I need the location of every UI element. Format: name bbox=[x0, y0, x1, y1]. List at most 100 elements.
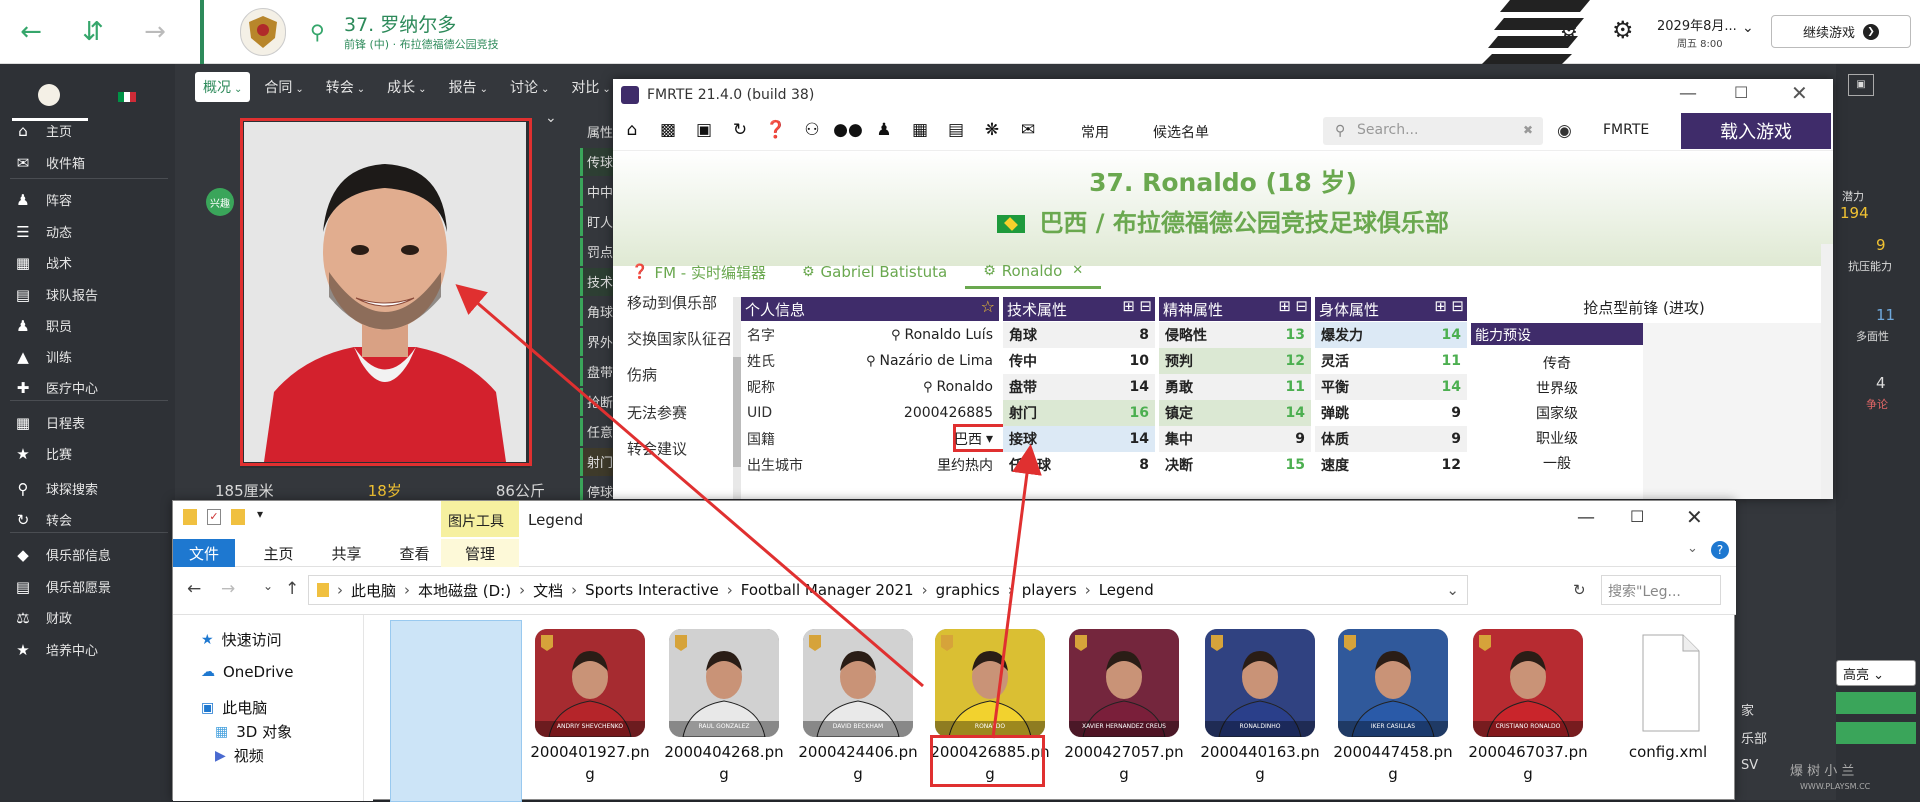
sidebar-item[interactable]: ◆ 俱乐部信息 bbox=[14, 545, 111, 565]
sidebar-item[interactable]: ☰ 动态 bbox=[14, 222, 72, 242]
close-icon[interactable]: ✕ bbox=[1686, 505, 1703, 529]
sidebar-item[interactable]: ✚ 医疗中心 bbox=[14, 378, 98, 398]
path-separator-icon[interactable]: › bbox=[1008, 581, 1014, 599]
path-separator-icon[interactable]: › bbox=[404, 581, 410, 599]
sidebar-item[interactable]: ▤ 俱乐部愿景 bbox=[14, 577, 111, 597]
users-icon[interactable]: ♟ bbox=[873, 119, 895, 141]
personal-row[interactable]: 姓氏 ⚲ Nazário de Lima bbox=[741, 348, 999, 374]
sidebar-item[interactable]: ▲ 训练 bbox=[14, 347, 72, 367]
path-segment[interactable]: 本地磁盘 (D:) bbox=[418, 580, 511, 601]
address-bar[interactable]: › 此电脑 › 本地磁盘 (D:) › 文档 › Sports Interactive › Foo… bbox=[308, 575, 1468, 605]
physical-row[interactable]: 弹跳 9 bbox=[1315, 400, 1467, 426]
fmrte-left-menu-item[interactable]: 无法参赛 bbox=[627, 402, 687, 423]
personal-row[interactable]: 出生城市 里约热内 bbox=[741, 452, 999, 478]
path-segment[interactable]: 文档 bbox=[533, 580, 563, 601]
search-icon[interactable]: ⚲ bbox=[310, 20, 325, 44]
sidebar-item[interactable]: ⌂ 主页 bbox=[14, 121, 72, 141]
personal-row[interactable]: 昵称 ⚲ Ronaldo bbox=[741, 374, 999, 400]
mental-row[interactable]: 镇定 14 bbox=[1159, 400, 1311, 426]
game-tab[interactable]: 报告 ⌄ bbox=[441, 72, 496, 102]
technical-row[interactable]: 任意球 8 bbox=[1003, 452, 1155, 478]
ribbon-tab[interactable]: 管理 bbox=[441, 539, 519, 567]
ribbon-tab[interactable]: 文件 bbox=[173, 539, 235, 567]
sidebar-item[interactable]: ▦ 日程表 bbox=[14, 413, 85, 433]
mental-row[interactable]: 决断 15 bbox=[1159, 452, 1311, 478]
nav-pane-item[interactable]: ▦ 3D 对象 bbox=[215, 721, 292, 742]
sidebar-item[interactable]: ♟ 职员 bbox=[14, 316, 72, 336]
collapse-icon[interactable]: ⊟ bbox=[1451, 297, 1464, 315]
help-icon[interactable]: ❓ bbox=[765, 119, 787, 141]
file-item[interactable]: DAVID BECKHAM 2000424406.png bbox=[798, 629, 918, 783]
search-icon[interactable]: ⚲ bbox=[866, 354, 876, 369]
ribbon-tab[interactable]: 共享 bbox=[319, 539, 374, 567]
up-down-icon[interactable]: ⇵ bbox=[68, 0, 118, 64]
game-tab[interactable]: 讨论 ⌄ bbox=[502, 72, 557, 102]
highlight-dropdown[interactable]: 高亮 ⌄ bbox=[1836, 660, 1916, 686]
file-item[interactable]: config.xml bbox=[1613, 629, 1723, 761]
sidebar-item[interactable]: ★ 培养中心 bbox=[14, 640, 98, 660]
fmrte-left-menu-item[interactable]: 伤病 bbox=[627, 364, 657, 385]
role-preset-item[interactable]: 国家级 bbox=[1471, 403, 1643, 423]
ribbon-tab[interactable]: 主页 bbox=[251, 539, 306, 567]
calendar-icon[interactable]: ▦ bbox=[909, 119, 931, 141]
game-tab[interactable]: 转会 ⌄ bbox=[318, 72, 373, 102]
physical-row[interactable]: 平衡 14 bbox=[1315, 374, 1467, 400]
search-input[interactable]: Search... bbox=[1323, 117, 1543, 145]
file-item[interactable]: RAUL GONZALEZ 2000404268.png bbox=[664, 629, 784, 783]
ribbon-tab[interactable]: 查看 bbox=[387, 539, 442, 567]
discord-icon[interactable]: ◉ bbox=[1557, 121, 1572, 141]
forward-arrow-icon[interactable]: → bbox=[130, 0, 180, 64]
favorites-menu[interactable]: 常用 bbox=[1081, 122, 1109, 142]
sidebar-item[interactable]: ♟ 阵容 bbox=[14, 190, 72, 210]
flag-italy-icon[interactable] bbox=[118, 92, 136, 102]
settings-icon[interactable]: ❋ bbox=[981, 119, 1003, 141]
back-arrow-icon[interactable]: ← bbox=[187, 579, 201, 599]
personal-row[interactable]: UID 2000426885 bbox=[741, 400, 999, 426]
physical-row[interactable]: 灵活 11 bbox=[1315, 348, 1467, 374]
path-separator-icon[interactable]: › bbox=[571, 581, 577, 599]
role-preset-item[interactable]: 传奇 bbox=[1471, 353, 1643, 373]
refresh-icon[interactable]: ↻ bbox=[729, 119, 751, 141]
personal-row[interactable]: 名字 ⚲ Ronaldo Luís bbox=[741, 322, 999, 348]
collapse-icon[interactable]: ⊟ bbox=[1295, 297, 1308, 315]
help-brain-icon[interactable]: ⚙ bbox=[1560, 18, 1578, 42]
clear-icon[interactable]: ✖ bbox=[1523, 123, 1533, 137]
refresh-icon[interactable]: ↻ bbox=[1573, 581, 1586, 599]
mental-row[interactable]: 集中 9 bbox=[1159, 426, 1311, 452]
file-item[interactable]: XAVIER HERNANDEZ CREUS 2000427057.png bbox=[1064, 629, 1184, 783]
search-icon[interactable]: ⚲ bbox=[923, 380, 933, 395]
role-preset-item[interactable]: 世界级 bbox=[1471, 378, 1643, 398]
scrollbar[interactable] bbox=[733, 297, 741, 499]
shortlist-menu[interactable]: 候选名单 bbox=[1153, 122, 1209, 142]
chevron-down-icon[interactable]: ⌄ bbox=[545, 110, 557, 126]
path-separator-icon[interactable]: › bbox=[337, 581, 343, 599]
ribbon-expand-icon[interactable]: ⌄ bbox=[1687, 541, 1698, 556]
document-icon[interactable]: ▤ bbox=[945, 119, 967, 141]
sidebar-item[interactable]: ⚖ 财政 bbox=[14, 608, 72, 628]
expand-icon[interactable]: ⊞ bbox=[1278, 297, 1291, 315]
nav-pane-item[interactable]: ▶ 视频 bbox=[215, 745, 264, 766]
path-separator-icon[interactable]: › bbox=[519, 581, 525, 599]
search-icon[interactable]: ⚲ bbox=[891, 328, 901, 343]
explorer-search-input[interactable]: 搜索"Leg... bbox=[1601, 575, 1721, 605]
physical-row[interactable]: 爆发力 14 bbox=[1315, 322, 1467, 348]
nav-pane-item[interactable]: ▣ 此电脑 bbox=[201, 697, 267, 718]
sidebar-item[interactable]: ★ 比赛 bbox=[14, 444, 72, 464]
star-icon[interactable]: ☆ bbox=[981, 297, 995, 316]
dropdown-icon[interactable]: ▾ bbox=[986, 431, 993, 447]
nav-pane-item[interactable]: ★ 快速访问 bbox=[201, 629, 282, 650]
file-item[interactable]: ANDRIY SHEVCHENKO 2000401927.png bbox=[530, 629, 650, 783]
player-run-icon[interactable]: ⚇ bbox=[801, 119, 823, 141]
personal-row[interactable]: 国籍 巴西 ▾ bbox=[741, 426, 999, 452]
expand-icon[interactable]: ⊞ bbox=[1122, 297, 1135, 315]
game-tab[interactable]: 合同 ⌄ bbox=[256, 72, 311, 102]
path-segment[interactable]: Sports Interactive bbox=[585, 581, 719, 599]
role-preset-item[interactable]: 职业级 bbox=[1471, 428, 1643, 448]
minimize-icon[interactable]: — bbox=[1577, 507, 1595, 528]
game-tab[interactable]: 对比 ⌄ bbox=[563, 72, 618, 102]
mental-row[interactable]: 侵略性 13 bbox=[1159, 322, 1311, 348]
back-arrow-icon[interactable]: ← bbox=[6, 0, 56, 64]
file-item[interactable]: RONALDINHO 2000440163.png bbox=[1200, 629, 1320, 783]
path-segment[interactable]: Legend bbox=[1099, 581, 1154, 599]
gear-icon[interactable]: ⚙ bbox=[1612, 16, 1634, 44]
